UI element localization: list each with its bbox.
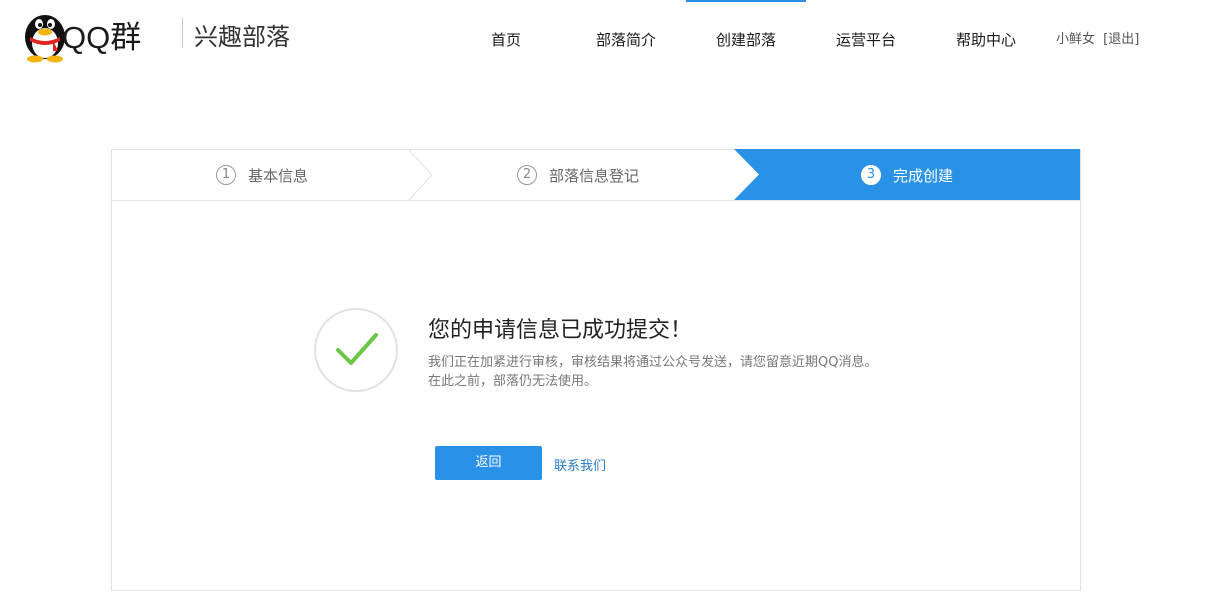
- logo-text[interactable]: QQ群: [62, 12, 141, 57]
- user-box: 小鲜女 [退出]: [1056, 0, 1139, 80]
- result-desc-line: 在此之前，部落仍无法使用。: [428, 374, 598, 389]
- result-title: 您的申请信息已成功提交！: [428, 318, 693, 343]
- contact-us-link[interactable]: 联系我们: [554, 455, 606, 474]
- logo-subtitle[interactable]: 兴趣部落: [194, 17, 290, 52]
- username: 小鲜女: [1056, 32, 1096, 47]
- step-progress: 1 基本信息 2 部落信息登记 3 完成创建: [112, 149, 1080, 201]
- step-label: 完成创建: [892, 166, 953, 185]
- step-number: 2: [516, 165, 537, 185]
- step-complete: 3 完成创建: [734, 150, 1080, 200]
- step-tribe-registration: 2 部落信息登记: [422, 150, 734, 200]
- nav-item-tribe-intro[interactable]: 部落简介: [566, 0, 686, 80]
- success-check-icon: [314, 308, 398, 392]
- logo-divider: [182, 18, 183, 48]
- create-result-card: 1 基本信息 2 部落信息登记 3 完成创建 您的申请信息已成功提交！ 我们正在…: [111, 149, 1081, 591]
- step-label: 部落信息登记: [548, 166, 639, 185]
- result-description: 我们正在加紧进行审核，审核结果将通过公众号发送，请您留意近期QQ消息。 在此之前…: [428, 353, 892, 391]
- nav-item-home[interactable]: 首页: [446, 0, 566, 80]
- step-number: 1: [215, 165, 236, 185]
- step-basic-info: 1 基本信息: [112, 150, 412, 200]
- step-separator-icon: [408, 150, 433, 200]
- step-number: 3: [860, 165, 881, 185]
- back-button[interactable]: 返回: [435, 446, 542, 480]
- result-desc-line: 我们正在加紧进行审核，审核结果将通过公众号发送，请您留意近期QQ消息。: [428, 355, 878, 370]
- nav-item-help-center[interactable]: 帮助中心: [926, 0, 1046, 80]
- logout-link[interactable]: [退出]: [1103, 32, 1139, 47]
- main-nav: 首页 部落简介 创建部落 运营平台 帮助中心: [446, 0, 1046, 80]
- step-label: 基本信息: [247, 166, 308, 185]
- nav-item-operation-platform[interactable]: 运营平台: [806, 0, 926, 80]
- nav-item-create-tribe[interactable]: 创建部落: [686, 0, 806, 80]
